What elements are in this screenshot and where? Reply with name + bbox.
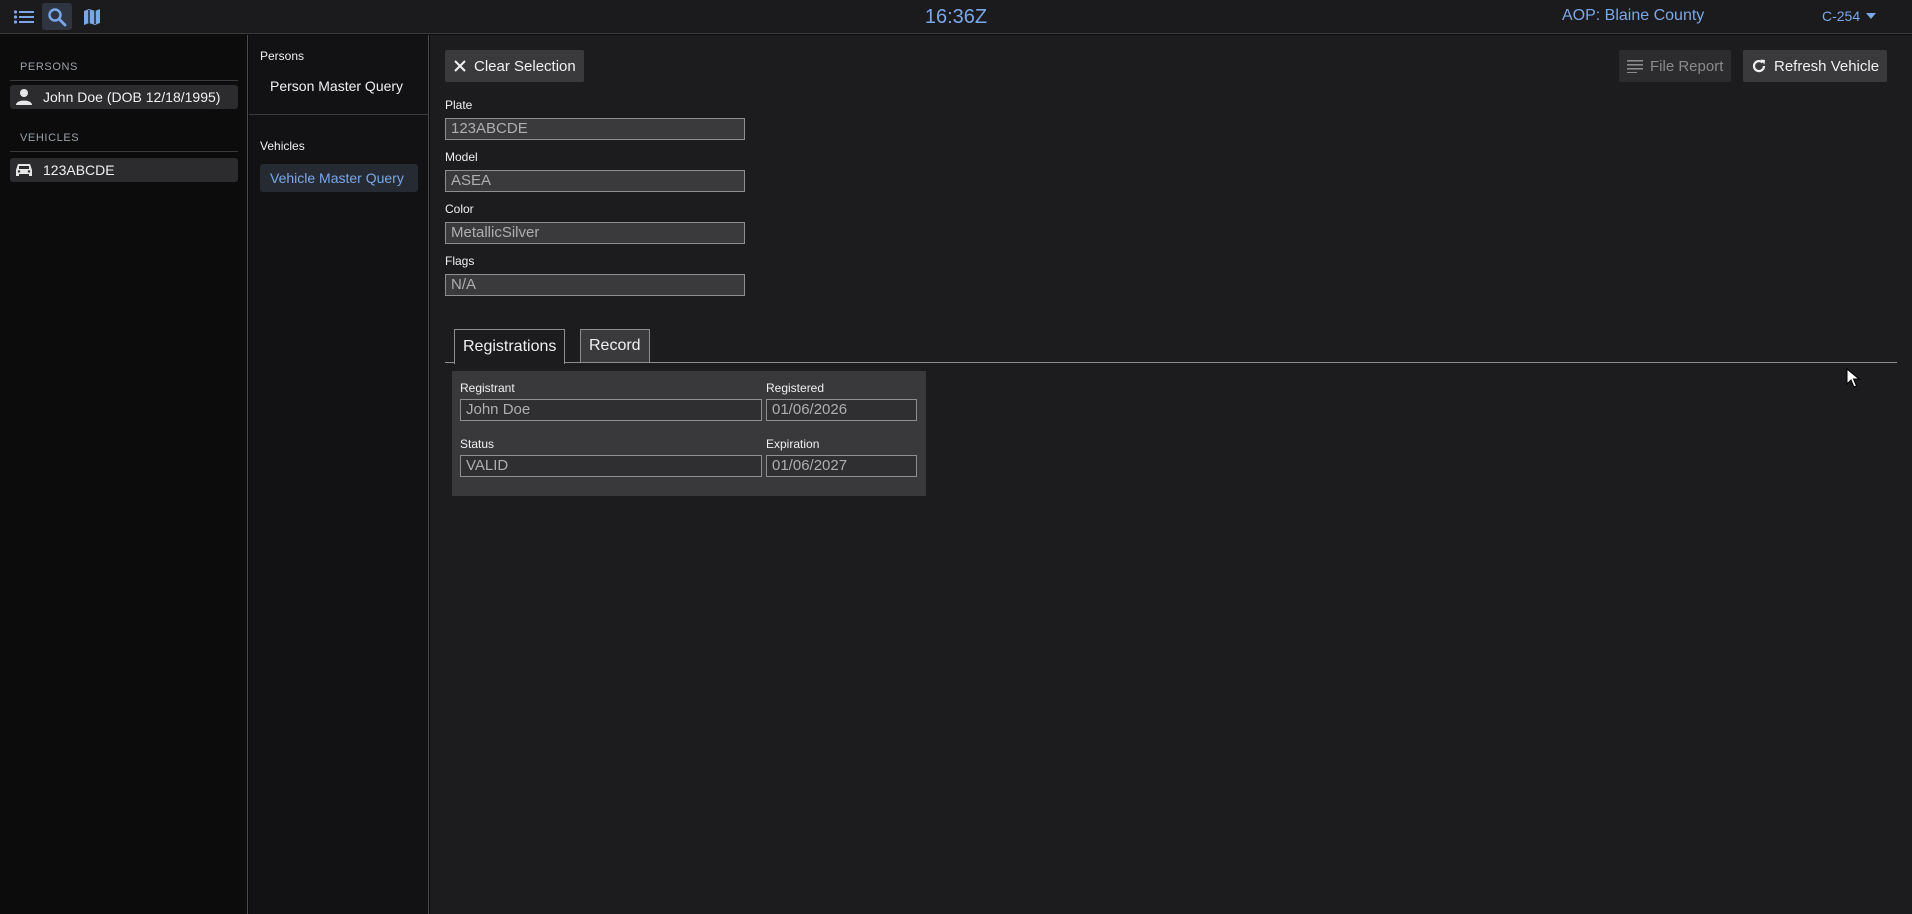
notes-icon (1627, 60, 1643, 73)
aop-label[interactable]: AOP: Blaine County (1562, 7, 1704, 25)
divider (249, 114, 429, 115)
divider (10, 151, 238, 152)
tab-registrations[interactable]: Registrations (454, 329, 566, 364)
refresh-vehicle-button[interactable]: Refresh Vehicle (1743, 50, 1888, 82)
person-item-label: John Doe (DOB 12/18/1995) (43, 89, 221, 105)
clear-selection-label: Clear Selection (474, 57, 576, 75)
registrant-label: Registrant (460, 381, 515, 395)
selection-sidebar: PERSONS John Doe (DOB 12/18/1995) VEHICL… (0, 35, 248, 914)
registered-label: Registered (766, 381, 825, 395)
color-field[interactable]: MetallicSilver (445, 222, 745, 244)
vehicles-section-title: VEHICLES (20, 132, 80, 144)
close-icon (454, 60, 466, 72)
person-master-query-item[interactable]: Person Master Query (260, 72, 418, 100)
mouse-cursor-icon (1846, 368, 1860, 388)
model-field[interactable]: ASEA (445, 170, 745, 192)
registered-field[interactable]: 01/06/2026 (766, 399, 917, 421)
sidebar-item-vehicle[interactable]: 123ABCDE (10, 158, 238, 182)
query-column: Persons Person Master Query Vehicles Veh… (249, 35, 429, 914)
status-field[interactable]: VALID (460, 455, 762, 477)
unit-label: C-254 (1822, 8, 1861, 24)
clear-selection-button[interactable]: Clear Selection (445, 50, 584, 82)
status-label: Status (460, 437, 495, 451)
plate-label: Plate (445, 98, 473, 112)
flags-field[interactable]: N/A (445, 274, 745, 296)
vehicle-master-query-item[interactable]: Vehicle Master Query (260, 164, 418, 192)
file-report-label: File Report (1650, 57, 1724, 75)
person-icon (16, 89, 32, 105)
color-label: Color (445, 202, 474, 216)
refresh-icon (1752, 59, 1766, 73)
model-label: Model (445, 150, 478, 164)
flags-label: Flags (445, 254, 475, 268)
file-report-button[interactable]: File Report (1619, 50, 1732, 82)
refresh-vehicle-label: Refresh Vehicle (1774, 57, 1880, 75)
vehicle-detail-panel: Clear Selection File Report Refresh Vehi… (430, 35, 1912, 914)
registration-panel: Registrant John Doe Registered 01/06/202… (452, 371, 926, 496)
vehicle-item-label: 123ABCDE (43, 162, 115, 178)
registrant-field[interactable]: John Doe (460, 399, 762, 421)
sidebar-item-person[interactable]: John Doe (DOB 12/18/1995) (10, 85, 238, 109)
top-bar: 16:36Z AOP: Blaine County C-254 (0, 0, 1912, 34)
car-icon (16, 164, 32, 176)
unit-dropdown[interactable]: C-254 (1822, 8, 1877, 24)
chevron-down-icon (1866, 13, 1877, 19)
expiration-field[interactable]: 01/06/2027 (766, 455, 917, 477)
persons-query-heading: Persons (260, 49, 305, 63)
expiration-label: Expiration (766, 437, 820, 451)
tab-record[interactable]: Record (580, 329, 650, 362)
vehicles-query-heading: Vehicles (260, 139, 305, 153)
tab-divider (445, 362, 1897, 363)
persons-section-title: PERSONS (20, 61, 78, 73)
divider (10, 80, 238, 81)
plate-field[interactable]: 123ABCDE (445, 118, 745, 140)
